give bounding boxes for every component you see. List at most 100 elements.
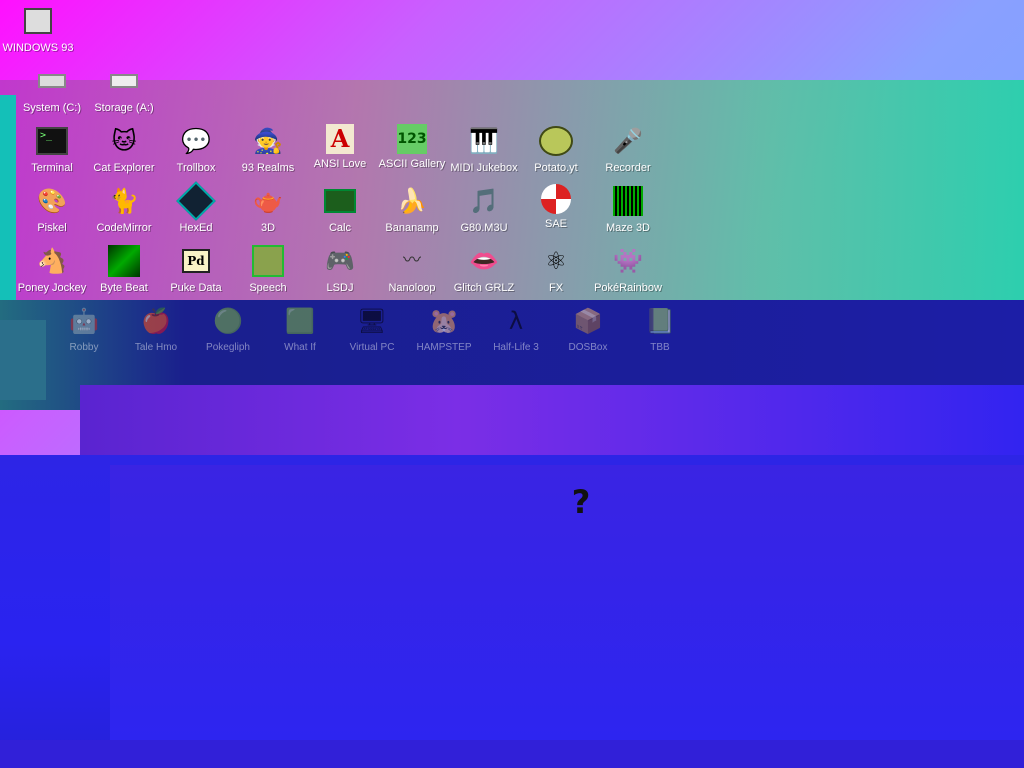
desktop-icon-label: Potato.yt	[534, 162, 578, 174]
desktop-icon-poney-jockey[interactable]: 🐴 Poney Jockey	[14, 244, 90, 304]
desktop-icon-half-life-3[interactable]: λ Half-Life 3	[478, 304, 554, 364]
desktop-icon-93-realms[interactable]: 🧙 93 Realms	[230, 124, 306, 184]
desktop-icon-label: Bananamp	[385, 222, 439, 234]
lips-icon: 👄	[469, 247, 499, 275]
desktop-icon-virtual-pc[interactable]: 🖥 Virtual PC	[334, 304, 410, 364]
desktop-icon-label: CodeMirror	[96, 222, 152, 234]
desktop-icon-puke-data[interactable]: Pd Puke Data	[158, 244, 234, 304]
desktop-icon-label: Trollbox	[176, 162, 216, 174]
desktop-icon-robby[interactable]: 🤖 Robby	[46, 304, 122, 364]
banana-icon: 🍌	[397, 187, 427, 215]
midi-jukebox-icon: 🎹	[469, 127, 499, 155]
codemirror-icon: 🐈	[109, 187, 139, 215]
atom-icon: ⚛	[545, 247, 567, 275]
playlist-icon: 🎵	[469, 187, 499, 215]
desktop-icon-terminal[interactable]: >_ Terminal	[14, 124, 90, 184]
desktop-icon-label: FX	[548, 282, 564, 294]
desktop-icon-speech[interactable]: Speech	[230, 244, 306, 304]
desktop-icon-midi-jukebox[interactable]: 🎹 MIDI Jukebox	[446, 124, 522, 184]
potato-icon	[539, 124, 573, 158]
desktop-icon-label: Pokegliph	[206, 342, 250, 353]
ansi-love-icon: A	[326, 124, 354, 154]
pony-icon: 🐴	[37, 247, 67, 275]
desktop-icon-label: MIDI Jukebox	[450, 162, 518, 174]
desktop-icon-bananamp[interactable]: 🍌 Bananamp	[374, 184, 450, 244]
desktop-icon-maze-3d[interactable]: Maze 3D	[590, 184, 666, 244]
book-icon: 📗	[645, 307, 675, 335]
cat-explorer-icon: 🐱	[111, 127, 137, 155]
floppy-icon	[107, 64, 141, 98]
hexed-icon	[176, 181, 216, 221]
palette-icon: 🎨	[37, 187, 67, 215]
desktop-icon-codemirror[interactable]: 🐈 CodeMirror	[86, 184, 162, 244]
desktop-icon-dosbox[interactable]: 📦 DOSBox	[550, 304, 626, 364]
desktop-icon-nanoloop[interactable]: 〰 Nanoloop	[374, 244, 450, 304]
desktop-icon-ascii-gallery[interactable]: 123 ASCII Gallery	[374, 124, 450, 184]
desktop-icon-recorder[interactable]: 🎤 Recorder	[590, 124, 666, 184]
speech-icon	[251, 244, 285, 278]
desktop-icon-label: 93 Realms	[241, 162, 295, 174]
desktop-icon-what-if[interactable]: 🟩 What If	[262, 304, 338, 364]
desktop-icon-label: HAMPSTEP	[416, 342, 472, 353]
robot-icon: 🤖	[69, 307, 99, 335]
desktop-icon-label: LSDJ	[326, 282, 354, 294]
desktop-icon-tbb[interactable]: 📗 TBB	[622, 304, 698, 364]
desktop-icon-label: DOSBox	[568, 342, 608, 353]
desktop-icon-label: ASCII Gallery	[378, 158, 446, 170]
desktop-icon-label: Speech	[249, 282, 287, 294]
desktop-icon-label: G80.M3U	[460, 222, 508, 234]
realms-icon: 🧙	[253, 127, 283, 155]
whatif-icon: 🟩	[285, 307, 315, 335]
calculator-icon	[323, 184, 357, 218]
desktop-icon-label: Terminal	[31, 162, 73, 174]
desktop-icon-pokerainbow[interactable]: 👾 PokéRainbow	[590, 244, 666, 304]
desktop-icon-calc[interactable]: Calc	[302, 184, 378, 244]
desktop-icon-piskel[interactable]: 🎨 Piskel	[14, 184, 90, 244]
desktop-icon-label: SAE	[544, 218, 567, 230]
desktop-icon-label: TBB	[650, 342, 670, 353]
desktop-icon-g80-m3u[interactable]: 🎵 G80.M3U	[446, 184, 522, 244]
desktop-icon-windows93[interactable]: WINDOWS 93	[0, 4, 76, 64]
desktop-icon-label: WINDOWS 93	[2, 42, 74, 54]
desktop-icon-label: HexEd	[179, 222, 213, 234]
desktop-icon-label: Storage (A:)	[94, 102, 154, 114]
halflife-icon: λ	[508, 307, 524, 335]
desktop-icon-label: PokéRainbow	[594, 282, 662, 294]
desktop-icon-fx[interactable]: ⚛ FX	[518, 244, 594, 304]
desktop-icon-potato[interactable]: Potato.yt	[518, 124, 594, 184]
desktop-icon-storage-a[interactable]: Storage (A:)	[86, 64, 162, 124]
desktop-icon-3d[interactable]: 🫖 3D	[230, 184, 306, 244]
pd-icon: Pd	[179, 244, 213, 278]
desktop-icon-lsdj[interactable]: 🎮 LSDJ	[302, 244, 378, 304]
desktop-icon-label: Poney Jockey	[17, 282, 87, 294]
dosbox-icon: 📦	[573, 307, 603, 335]
desktop-icon-cat-explorer[interactable]: 🐱 Cat Explorer	[86, 124, 162, 184]
desktop-icon-hexed[interactable]: HexEd	[158, 181, 234, 244]
teapot-icon: 🫖	[253, 187, 283, 215]
desktop-icon-label: What If	[284, 342, 316, 353]
desktop-icon-label: Robby	[69, 342, 99, 353]
lsdj-icon: 🎮	[325, 247, 355, 275]
desktop-icon-label: Recorder	[605, 162, 651, 174]
pokemon-icon: 👾	[613, 247, 643, 275]
drive-icon	[35, 64, 69, 98]
desktop-icon-trollbox[interactable]: 💬 Trollbox	[158, 124, 234, 184]
ascii-gallery-icon: 123	[397, 124, 427, 154]
desktop-icon-system-c[interactable]: System (C:)	[14, 64, 90, 124]
desktop-icon-tale[interactable]: 🍎 Tale Hmo	[118, 304, 194, 364]
checker-ball-icon	[541, 184, 571, 214]
desktop-icon-byte-beat[interactable]: Byte Beat	[86, 244, 162, 304]
desktop-icon-hampstep[interactable]: 🐹 HAMPSTEP	[406, 304, 482, 364]
desktop-icon-glitch-grlz[interactable]: 👄 Glitch GRLZ	[446, 244, 522, 304]
desktop-icon-label: ANSI Love	[313, 158, 367, 170]
desktop-icon-pokegliph[interactable]: 🟢 Pokegliph	[190, 304, 266, 364]
desktop-icon-label: Tale Hmo	[134, 342, 178, 353]
computer-icon	[21, 4, 55, 38]
glitch-band	[0, 320, 46, 400]
desktop-icon-ansi-love[interactable]: A ANSI Love	[302, 124, 378, 184]
virtual-pc-icon: 🖥	[356, 307, 388, 335]
microphone-icon: 🎤	[613, 127, 643, 155]
desktop-icon-sae[interactable]: SAE	[518, 184, 594, 244]
glitch-band	[0, 455, 1024, 768]
desktop-icon-label: Byte Beat	[100, 282, 148, 294]
